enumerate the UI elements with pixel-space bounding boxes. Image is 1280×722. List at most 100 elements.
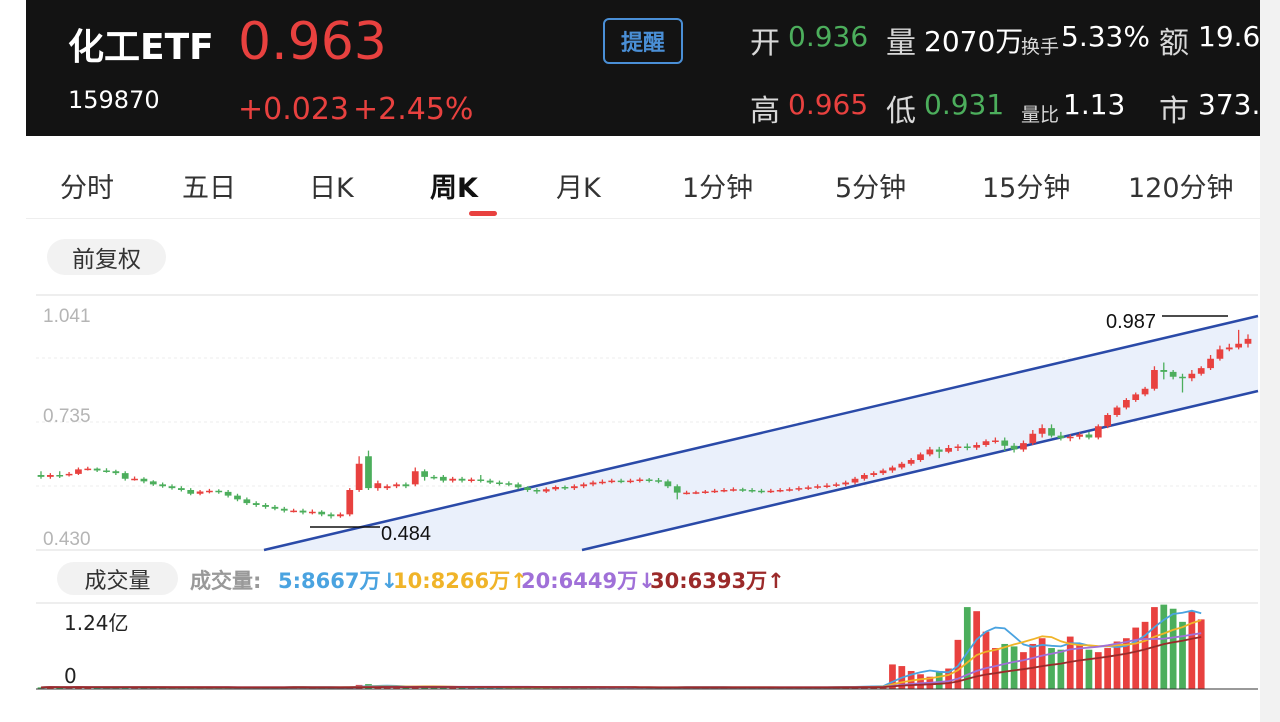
candle-body xyxy=(814,486,821,488)
candle xyxy=(468,477,475,483)
volume-bar xyxy=(992,648,999,689)
candle-body xyxy=(692,492,700,494)
candle-body xyxy=(168,486,176,489)
candle xyxy=(56,471,64,478)
candle xyxy=(458,476,466,483)
volume-indicator-button[interactable]: 成交量 xyxy=(57,562,178,595)
candle-body xyxy=(215,490,223,493)
candle-body xyxy=(851,478,859,483)
candle-body xyxy=(570,486,578,489)
candle-body xyxy=(252,503,260,505)
candle xyxy=(308,509,316,515)
candle xyxy=(337,512,344,518)
candle-body xyxy=(1057,435,1065,439)
candle-body xyxy=(421,471,428,477)
candle-body xyxy=(599,481,606,484)
candle xyxy=(234,493,241,502)
price-axis-tick: 1.041 xyxy=(43,306,91,327)
candle-body xyxy=(327,514,335,517)
candle-body xyxy=(206,490,213,493)
candle-body xyxy=(542,489,550,492)
candle-body xyxy=(318,511,326,515)
candle-body xyxy=(954,446,962,448)
candle-body xyxy=(973,445,981,448)
low-marker-label: 0.484 xyxy=(381,523,431,545)
price-axis-tick: 0.735 xyxy=(43,406,91,427)
candle xyxy=(46,473,54,479)
candle xyxy=(121,471,129,481)
candle-body xyxy=(1132,394,1140,400)
candle-body xyxy=(458,478,466,481)
candle-body xyxy=(608,480,616,483)
volume-bar xyxy=(1179,621,1186,689)
candle-body xyxy=(1235,343,1243,348)
volume-bar xyxy=(1057,649,1065,689)
candle-body xyxy=(524,487,531,490)
trend-line-upper xyxy=(263,314,1259,552)
candle-body xyxy=(935,449,943,452)
candle-body xyxy=(224,491,232,496)
volume-bar xyxy=(1169,608,1177,689)
candle-body xyxy=(898,463,906,468)
candle xyxy=(206,488,213,494)
candle-body xyxy=(832,484,840,486)
candle-body xyxy=(1020,443,1027,450)
volume-bar xyxy=(1132,627,1140,689)
candle-body xyxy=(627,480,634,483)
candle xyxy=(1085,431,1093,440)
candle-body xyxy=(701,491,709,493)
candle-body xyxy=(1001,440,1009,446)
candle-body xyxy=(374,483,382,489)
candle-body xyxy=(804,487,812,489)
candle-body xyxy=(730,489,737,491)
candle-body xyxy=(346,490,354,515)
candle xyxy=(140,477,148,484)
candle xyxy=(37,471,45,479)
candle-body xyxy=(748,490,756,492)
volume-ma10-line xyxy=(40,619,1202,689)
candle-body xyxy=(786,489,793,491)
candle-body xyxy=(1104,415,1112,427)
volume-bar xyxy=(982,631,990,689)
candle xyxy=(177,486,185,492)
candle xyxy=(383,484,391,490)
candle-body xyxy=(1151,370,1158,389)
candle-body xyxy=(131,478,138,481)
candle-body xyxy=(468,479,475,481)
candle-body xyxy=(37,475,45,477)
candle-body xyxy=(75,469,82,474)
candle-body xyxy=(992,440,999,442)
candle-body xyxy=(889,467,896,471)
candle-body xyxy=(280,508,288,511)
candle-body xyxy=(1085,434,1093,438)
candle-body xyxy=(383,486,391,489)
candle xyxy=(486,478,494,484)
candle-body xyxy=(589,482,597,485)
candle xyxy=(430,475,438,480)
volume-bar xyxy=(1001,643,1009,689)
candle xyxy=(93,467,101,472)
candle xyxy=(402,482,410,489)
volume-legend-ma30: 30:6393万↑ xyxy=(650,569,785,593)
candle-body xyxy=(1169,371,1177,377)
high-marker-label: 0.987 xyxy=(1106,311,1156,333)
candle-body xyxy=(514,484,522,488)
candle xyxy=(159,482,167,488)
candle-body xyxy=(159,484,167,487)
candle xyxy=(477,475,485,483)
volume-bar xyxy=(1113,641,1121,689)
candle-body xyxy=(1179,376,1186,379)
candle-body xyxy=(93,468,101,471)
candle-body xyxy=(337,514,344,517)
candle-body xyxy=(655,480,662,482)
candle-body xyxy=(486,480,494,483)
candle-body xyxy=(234,495,241,500)
candle-body xyxy=(1207,358,1214,369)
candle-body xyxy=(196,491,204,494)
candle-body xyxy=(870,473,878,475)
candle-body xyxy=(552,487,559,490)
candle-body xyxy=(271,506,279,509)
candle-body xyxy=(580,484,588,487)
candle-body xyxy=(84,468,92,471)
volume-bar xyxy=(1160,604,1168,689)
